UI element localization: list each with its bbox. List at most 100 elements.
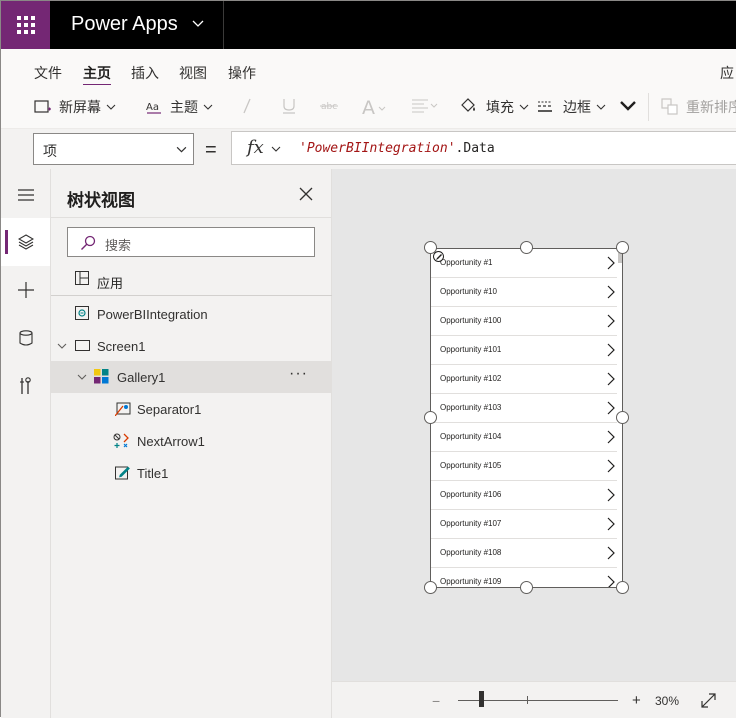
- formula-input[interactable]: 'PowerBIIntegration'.Data: [291, 131, 736, 165]
- search-input[interactable]: 搜索: [67, 227, 315, 257]
- next-arrow-icon[interactable]: [607, 459, 615, 473]
- database-icon[interactable]: [1, 314, 50, 362]
- app-label: 应用: [97, 276, 124, 291]
- resize-handle-bottom[interactable]: [520, 581, 533, 594]
- chevron-down-icon: [596, 104, 606, 110]
- resize-handle-top-left[interactable]: [424, 241, 437, 254]
- tab-insert[interactable]: 插入: [131, 63, 159, 83]
- tools-icon[interactable]: [1, 362, 50, 410]
- gallery-row[interactable]: Opportunity #106: [431, 481, 617, 510]
- node-label: NextArrow1: [137, 434, 205, 449]
- edit-pencil-icon[interactable]: [433, 251, 444, 262]
- gallery-item-title: Opportunity #1: [440, 258, 493, 267]
- formula-data-source: 'PowerBIIntegration': [299, 141, 456, 156]
- align-button[interactable]: [411, 97, 439, 113]
- gallery-row[interactable]: Opportunity #103: [431, 394, 617, 423]
- next-arrow-icon[interactable]: [607, 430, 615, 444]
- border-button[interactable]: 边框: [537, 97, 606, 117]
- tree-node-separator1[interactable]: Separator1: [51, 393, 332, 425]
- tree-node-powerbiintegration[interactable]: PowerBIIntegration: [51, 298, 332, 330]
- font-size-icon: A: [362, 97, 386, 117]
- next-arrow-icon[interactable]: [607, 401, 615, 415]
- gallery-row[interactable]: Opportunity #108: [431, 539, 617, 568]
- resize-handle-left[interactable]: [424, 411, 437, 424]
- tree-view-title: 树状视图: [67, 191, 135, 210]
- menu-tabs: 文件 主页 插入 视图 操作 应: [1, 49, 736, 87]
- tree-node-gallery1[interactable]: Gallery1 ···: [51, 361, 332, 393]
- fullscreen-icon[interactable]: [701, 693, 716, 708]
- left-rail: [1, 169, 51, 718]
- plus-icon[interactable]: [1, 266, 50, 314]
- svg-text:A: A: [362, 97, 375, 117]
- gallery-row[interactable]: Opportunity #101: [431, 336, 617, 365]
- search-placeholder: 搜索: [105, 238, 132, 253]
- next-arrow-icon[interactable]: [607, 546, 615, 560]
- zoom-in-button[interactable]: +: [632, 692, 641, 709]
- italic-button[interactable]: [241, 97, 253, 115]
- gallery-item-title: Opportunity #107: [440, 519, 502, 528]
- hamburger-icon[interactable]: [1, 171, 50, 219]
- gallery-row[interactable]: Opportunity #102: [431, 365, 617, 394]
- chevron-down-icon[interactable]: [77, 372, 87, 382]
- next-arrow-icon[interactable]: [607, 314, 615, 328]
- resize-handle-bottom-right[interactable]: [616, 581, 629, 594]
- icon-control-icon: [113, 433, 129, 448]
- tree-node-app[interactable]: 应用: [51, 265, 332, 296]
- next-arrow-icon[interactable]: [607, 517, 615, 531]
- node-label: Title1: [137, 466, 169, 481]
- resize-handle-bottom-left[interactable]: [424, 581, 437, 594]
- tree-node-title1[interactable]: Title1: [51, 457, 332, 489]
- strikethrough-button[interactable]: abc: [320, 97, 338, 115]
- app-icon: [75, 271, 89, 285]
- next-arrow-icon[interactable]: [607, 372, 615, 386]
- theme-label: 主题: [170, 99, 198, 115]
- tab-action[interactable]: 操作: [228, 63, 256, 83]
- next-arrow-icon[interactable]: [607, 343, 615, 357]
- tab-view[interactable]: 视图: [179, 63, 207, 83]
- theme-icon: Aa: [146, 102, 161, 114]
- app-window: Power Apps 文件 主页 插入 视图 操作 应 新屏幕 Aa 主题 ab…: [0, 0, 736, 718]
- layers-icon[interactable]: [1, 218, 50, 266]
- next-arrow-icon[interactable]: [607, 285, 615, 299]
- more-options-icon[interactable]: ···: [289, 365, 308, 383]
- gallery-scrollbar[interactable]: [618, 253, 622, 263]
- resize-handle-top[interactable]: [520, 241, 533, 254]
- app-name[interactable]: Power Apps: [71, 13, 178, 36]
- tab-app-truncated[interactable]: 应: [720, 63, 734, 83]
- property-dropdown[interactable]: 项: [33, 133, 194, 165]
- zoom-out-button[interactable]: −: [432, 693, 440, 709]
- new-screen-button[interactable]: 新屏幕: [34, 97, 116, 117]
- resize-handle-right[interactable]: [616, 411, 629, 424]
- ribbon-expand-button[interactable]: [619, 99, 637, 113]
- zoom-bar: − + 30%: [332, 681, 736, 718]
- waffle-icon[interactable]: [1, 1, 50, 49]
- gallery-row[interactable]: Opportunity #105: [431, 452, 617, 481]
- gallery-row[interactable]: Opportunity #104: [431, 423, 617, 452]
- gallery-row[interactable]: Opportunity #107: [431, 510, 617, 539]
- next-arrow-icon[interactable]: [607, 256, 615, 270]
- gallery-row[interactable]: Opportunity #100: [431, 307, 617, 336]
- resize-handle-top-right[interactable]: [616, 241, 629, 254]
- chevron-down-icon: [176, 146, 187, 153]
- gallery1-control[interactable]: Opportunity #1 Opportunity #10 Opportunity…: [430, 248, 623, 588]
- reorder-icon: [661, 98, 678, 115]
- chevron-down-icon[interactable]: [57, 341, 67, 351]
- underline-button[interactable]: [282, 97, 296, 115]
- fill-button[interactable]: 填充: [459, 97, 529, 117]
- close-icon[interactable]: [299, 187, 313, 201]
- tab-file[interactable]: 文件: [34, 63, 62, 83]
- reorder-button[interactable]: 重新排序: [661, 97, 736, 117]
- tree-node-nextarrow1[interactable]: NextArrow1: [51, 425, 332, 457]
- zoom-slider-thumb[interactable]: [479, 691, 484, 707]
- tree-node-screen1[interactable]: Screen1: [51, 330, 332, 362]
- chevron-down-icon[interactable]: [191, 16, 205, 30]
- tab-home[interactable]: 主页: [83, 63, 111, 87]
- fill-label: 填充: [486, 99, 514, 115]
- next-arrow-icon[interactable]: [607, 488, 615, 502]
- theme-button[interactable]: Aa 主题: [146, 97, 213, 117]
- node-label: Screen1: [97, 339, 146, 354]
- fx-button[interactable]: fx: [231, 131, 292, 165]
- gallery-row[interactable]: Opportunity #10: [431, 278, 617, 307]
- font-size-button[interactable]: A: [362, 97, 388, 117]
- next-arrow-icon[interactable]: [607, 575, 615, 588]
